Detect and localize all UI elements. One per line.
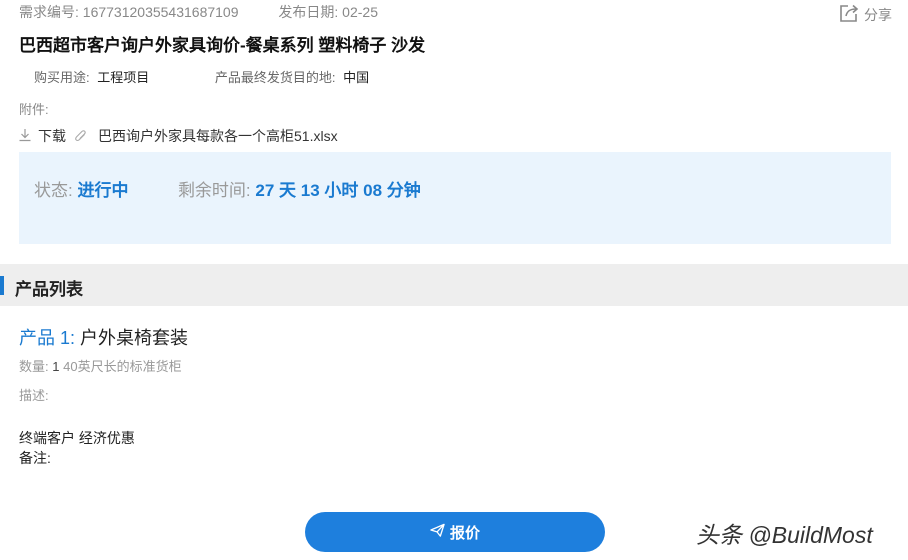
download-icon: [18, 128, 32, 145]
attachment-file-link[interactable]: 巴西询户外家具每款各一个高柜51.xlsx: [98, 126, 338, 146]
share-button[interactable]: 分享: [838, 2, 892, 27]
remaining-time-value: 27 天 13 小时 08 分钟: [255, 181, 421, 200]
purpose-value: 工程项目: [97, 70, 150, 85]
product-quantity: 数量: 1 40英尺长的标准货柜: [19, 356, 182, 375]
quote-label: 报价: [449, 524, 480, 542]
status-line: 状态: 进行中 剩余时间: 27 天 13 小时 08 分钟: [34, 176, 421, 201]
attachment-row: 下载 巴西询户外家具每款各一个高柜51.xlsx: [18, 126, 338, 146]
download-label: 下载: [38, 128, 66, 144]
send-icon: [430, 523, 445, 542]
status-label: 状态:: [34, 181, 73, 200]
status-panel: 状态: 进行中 剩余时间: 27 天 13 小时 08 分钟: [19, 152, 891, 244]
share-icon: [838, 2, 860, 27]
product-title: 产品 1: 户外桌椅套装: [19, 324, 188, 350]
request-meta: 需求编号: 16773120355431687109 发布日期: 02-25: [19, 2, 378, 22]
purpose-label: 购买用途:: [34, 70, 90, 85]
request-info: 购买用途: 工程项目 产品最终发货目的地: 中国: [34, 67, 369, 86]
product-list-header: 产品列表: [0, 264, 908, 306]
page-title: 巴西超市客户询户外家具询价-餐桌系列 塑料椅子 沙发: [19, 36, 426, 55]
quote-button[interactable]: 报价: [305, 512, 605, 552]
share-label: 分享: [864, 6, 892, 23]
watermark: 头条 @BuildMost: [696, 522, 873, 548]
remaining-time-label: 剩余时间:: [177, 181, 251, 200]
destination-value: 中国: [343, 70, 370, 85]
paperclip-icon: [74, 129, 88, 143]
section-accent: [0, 276, 4, 295]
section-title: 产品列表: [15, 280, 83, 299]
status-value: 进行中: [77, 181, 129, 200]
destination-label: 产品最终发货目的地:: [214, 70, 336, 85]
quantity-value: 1: [52, 359, 60, 374]
request-number: 需求编号: 16773120355431687109: [19, 4, 239, 20]
description-text: 终端客户 经济优惠: [19, 430, 135, 446]
description-label: 描述:: [19, 388, 49, 403]
product-index: 产品 1:: [19, 328, 76, 348]
remark-label: 备注:: [19, 450, 51, 466]
download-button[interactable]: 下载: [18, 126, 66, 146]
product-name: 户外桌椅套装: [80, 328, 189, 348]
publish-date: 发布日期: 02-25: [278, 4, 378, 20]
quantity-unit: 40英尺长的标准货柜: [63, 359, 182, 374]
attachment-label: 附件:: [19, 102, 49, 117]
quantity-label: 数量:: [19, 359, 49, 374]
